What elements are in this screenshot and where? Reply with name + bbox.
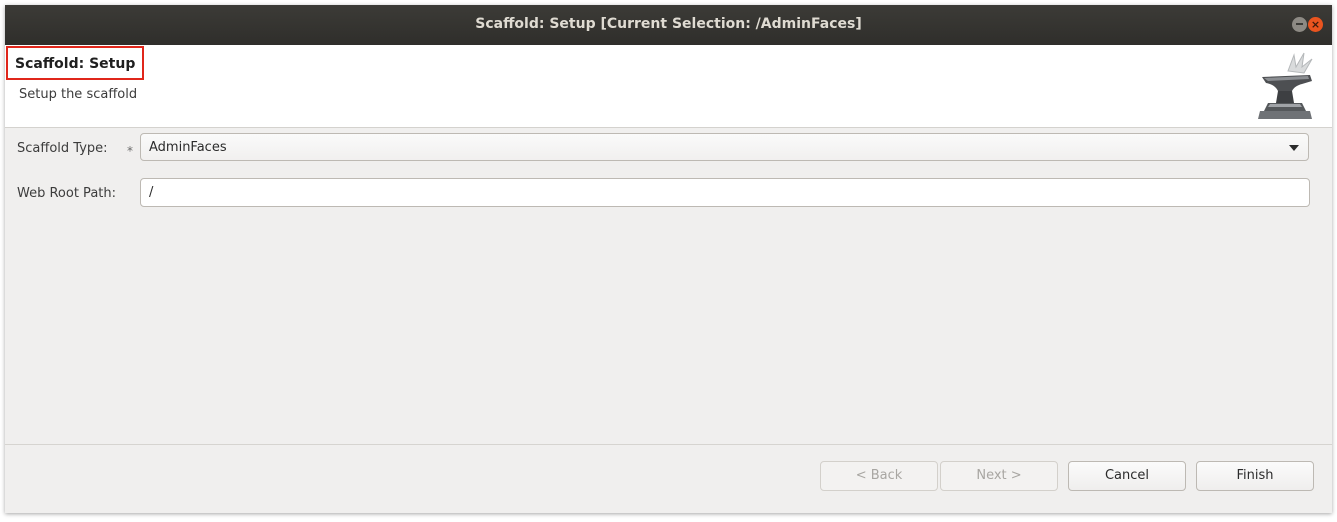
scaffold-type-value: AdminFaces [149, 140, 227, 155]
close-icon[interactable]: × [1308, 17, 1323, 32]
scaffold-setup-dialog: Scaffold: Setup [Current Selection: /Adm… [5, 5, 1332, 513]
minimize-icon[interactable] [1292, 17, 1307, 32]
window-controls: × [1292, 17, 1324, 33]
page-title: Scaffold: Setup [6, 46, 145, 80]
page-description: Setup the scaffold [19, 87, 138, 102]
next-button[interactable]: Next > [940, 461, 1058, 491]
footer-divider [5, 444, 1332, 445]
chevron-down-icon [1289, 145, 1299, 151]
scaffold-type-label: Scaffold Type: [17, 141, 108, 156]
scaffold-type-select[interactable]: AdminFaces [140, 133, 1309, 161]
window-titlebar[interactable]: Scaffold: Setup [Current Selection: /Adm… [5, 5, 1332, 45]
back-button[interactable]: < Back [820, 461, 938, 491]
finish-button[interactable]: Finish [1196, 461, 1314, 491]
required-marker: * [127, 144, 133, 158]
wizard-header: Scaffold: Setup Setup the scaffold [5, 45, 1332, 128]
web-root-path-input[interactable] [140, 178, 1310, 207]
web-root-path-label: Web Root Path: [17, 186, 116, 201]
window-title: Scaffold: Setup [Current Selection: /Adm… [475, 16, 862, 32]
cancel-button[interactable]: Cancel [1068, 461, 1186, 491]
anvil-icon [1258, 52, 1313, 119]
